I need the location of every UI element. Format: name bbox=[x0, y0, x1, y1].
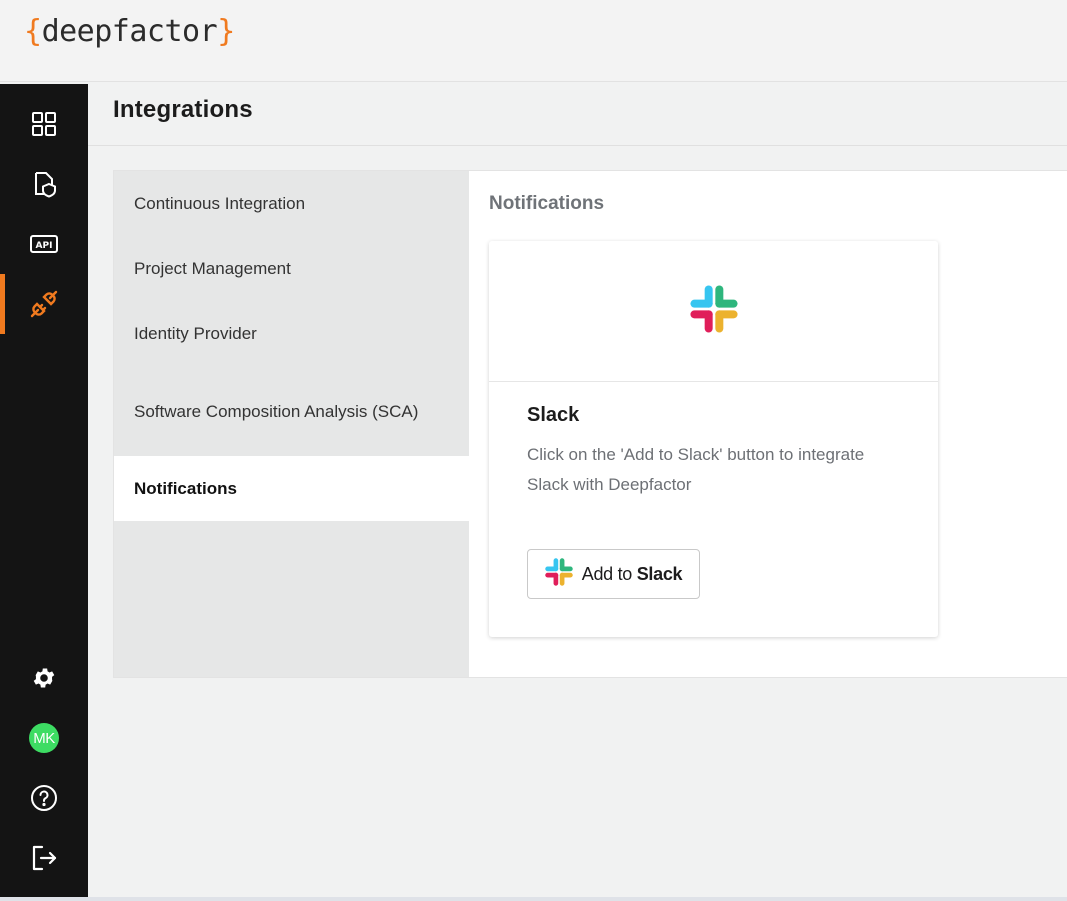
deepfactor-logo[interactable]: {deepfactor} bbox=[24, 14, 235, 49]
page-title: Integrations bbox=[113, 96, 253, 123]
category-identity-provider[interactable]: Identity Provider bbox=[114, 301, 469, 366]
api-icon: API bbox=[30, 235, 58, 253]
slack-logo-icon bbox=[689, 284, 738, 338]
sidebar-item-api[interactable]: API bbox=[0, 214, 88, 274]
category-continuous-integration[interactable]: Continuous Integration bbox=[114, 171, 469, 236]
integration-description: Click on the 'Add to Slack' button to in… bbox=[527, 445, 865, 494]
sidebar-item-dashboard[interactable] bbox=[0, 94, 88, 154]
category-project-management[interactable]: Project Management bbox=[114, 236, 469, 301]
category-sca[interactable]: Software Composition Analysis (SCA) bbox=[114, 366, 469, 456]
help-icon bbox=[30, 784, 58, 812]
integration-category-list: Continuous Integration Project Managemen… bbox=[114, 171, 469, 677]
sidebar-item-help[interactable] bbox=[0, 768, 88, 828]
dashboard-icon bbox=[31, 111, 57, 137]
sidebar-item-logout[interactable] bbox=[0, 828, 88, 888]
sidebar-rail: API MK bbox=[0, 84, 88, 901]
gear-icon bbox=[31, 665, 57, 691]
sidebar-item-applications[interactable] bbox=[0, 154, 88, 214]
integration-name: Slack bbox=[527, 404, 580, 426]
category-notifications[interactable]: Notifications bbox=[114, 456, 469, 521]
sidebar-item-integrations[interactable] bbox=[0, 274, 88, 334]
slack-logo-icon bbox=[545, 557, 573, 591]
notifications-content: Notifications Slack Click on the 'Add to… bbox=[469, 171, 1067, 677]
add-to-slack-label: Add to Slack bbox=[581, 563, 683, 584]
slack-integration-card: Slack Click on the 'Add to Slack' button… bbox=[489, 241, 938, 637]
top-header: {deepfactor} bbox=[0, 0, 1067, 82]
sidebar-item-settings[interactable] bbox=[0, 648, 88, 708]
logout-icon bbox=[30, 844, 58, 872]
sidebar-item-user[interactable]: MK bbox=[0, 708, 88, 768]
integrations-panel: Continuous Integration Project Managemen… bbox=[113, 170, 1067, 678]
document-shield-icon bbox=[31, 170, 57, 198]
card-logo-area bbox=[489, 241, 938, 382]
svg-text:API: API bbox=[36, 241, 53, 251]
section-title: Notifications bbox=[489, 193, 605, 214]
add-to-slack-button[interactable]: Add to Slack bbox=[527, 549, 700, 599]
plug-icon bbox=[28, 288, 60, 320]
avatar: MK bbox=[29, 723, 59, 753]
page-header: Integrations bbox=[88, 84, 1067, 146]
bottom-strip bbox=[0, 897, 1067, 901]
